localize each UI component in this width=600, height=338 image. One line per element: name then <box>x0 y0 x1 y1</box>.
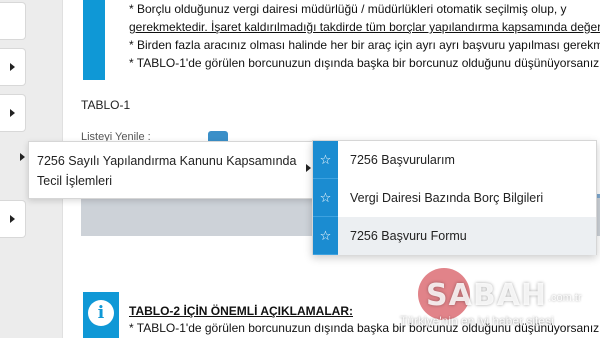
notice-line-4: * TABLO-1'de görülen borcunuzun dışında … <box>129 56 600 70</box>
submenu: ☆ 7256 Başvurularım ☆ Vergi Dairesi Bazı… <box>312 140 597 255</box>
notice-text: * Borçlu olduğunuz vergi dairesi müdürlü… <box>105 0 600 80</box>
tablo1-heading: TABLO-1 <box>81 98 131 112</box>
menu-item-7256-tecil[interactable]: 7256 Sayılı Yapılandırma Kanunu Kapsamın… <box>28 141 318 199</box>
submenu-item-borc-bilgileri[interactable]: ☆ Vergi Dairesi Bazında Borç Bilgileri <box>313 179 596 217</box>
sidebar-toggle-3[interactable] <box>0 94 26 132</box>
submenu-item-label: 7256 Başvurularım <box>350 153 455 167</box>
star-icon: ☆ <box>313 141 338 179</box>
submenu-item-basvurularim[interactable]: ☆ 7256 Başvurularım <box>313 141 596 179</box>
star-icon: ☆ <box>313 179 338 217</box>
submenu-item-label: Vergi Dairesi Bazında Borç Bilgileri <box>350 191 544 205</box>
watermark: SABAH .com.tr Türkiye'nin en iyi haber s… <box>398 266 600 338</box>
caret-right-icon <box>10 109 15 117</box>
watermark-brand: SABAH <box>426 278 548 313</box>
notice-line-1: * Borçlu olduğunuz vergi dairesi müdürlü… <box>129 2 567 16</box>
submenu-item-basvuru-formu[interactable]: ☆ 7256 Başvuru Formu <box>313 217 596 255</box>
caret-right-icon[interactable] <box>20 153 25 161</box>
notice-line-3: * Birden fazla aracınız olması halinde h… <box>129 38 600 52</box>
sidebar-toggle-4[interactable] <box>0 200 26 238</box>
menu-item-label: 7256 Sayılı Yapılandırma Kanunu Kapsamın… <box>37 151 296 191</box>
tablo2-title: TABLO-2 İÇİN ÖNEMLİ AÇIKLAMALAR: <box>129 304 353 318</box>
info-icon-column: i <box>83 292 119 338</box>
notice-box: * Borçlu olduğunuz vergi dairesi müdürlü… <box>83 0 600 80</box>
submenu-item-label: 7256 Başvuru Formu <box>350 229 467 243</box>
watermark-slogan: Türkiye'nin en iyi haber sitesi <box>400 314 554 328</box>
caret-right-icon <box>10 63 15 71</box>
menu-item-label-line-2: Tecil İşlemleri <box>37 174 113 188</box>
caret-right-icon <box>10 215 15 223</box>
sidebar-toggle-2[interactable] <box>0 48 26 86</box>
notice-line-2: gerekmektedir. İşaret kaldırılmadığı tak… <box>129 20 600 34</box>
info-icon: i <box>88 300 114 326</box>
star-icon: ☆ <box>313 217 338 255</box>
caret-right-icon <box>306 164 311 172</box>
sidebar-toggle-1[interactable] <box>0 2 26 40</box>
watermark-domain: .com.tr <box>548 292 582 304</box>
left-sidebar <box>0 0 30 338</box>
menu-item-label-line-1: 7256 Sayılı Yapılandırma Kanunu Kapsamın… <box>37 154 297 168</box>
